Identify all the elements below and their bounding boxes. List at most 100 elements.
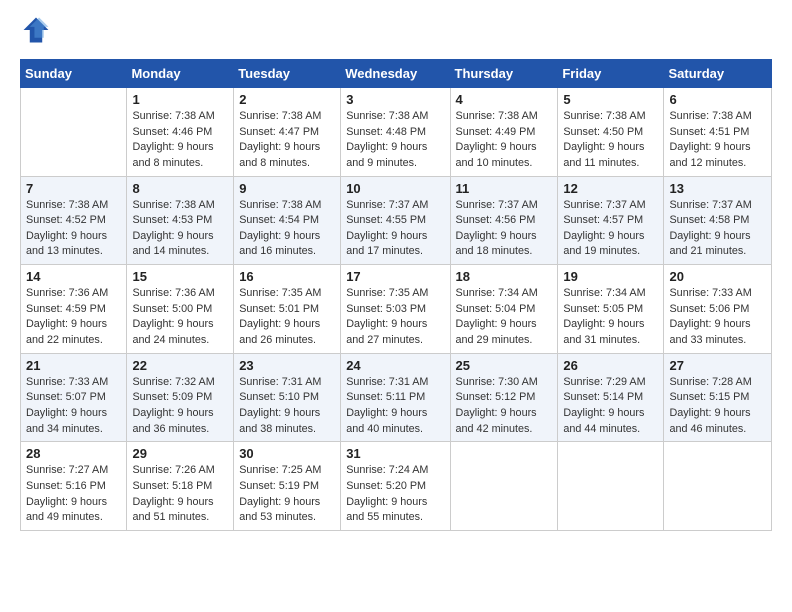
day-detail: Sunrise: 7:34 AM Sunset: 5:04 PM Dayligh…	[456, 286, 553, 349]
calendar-cell: 24 Sunrise: 7:31 AM Sunset: 5:11 PM Dayli…	[341, 353, 450, 442]
calendar-cell: 16Sunrise: 7:35 AM Sunset: 5:01 PM Dayli…	[234, 265, 341, 354]
day-number: 7	[26, 181, 121, 196]
day-detail: Sunrise: 7:38 AM Sunset: 4:48 PM Dayligh…	[346, 109, 444, 172]
day-detail: Sunrise: 7:28 AM Sunset: 5:15 PM Dayligh…	[669, 375, 766, 438]
weekday-header-saturday: Saturday	[664, 60, 772, 88]
calendar-cell: 3Sunrise: 7:38 AM Sunset: 4:48 PM Daylig…	[341, 88, 450, 177]
calendar-cell: 12Sunrise: 7:37 AM Sunset: 4:57 PM Dayli…	[558, 176, 664, 265]
weekday-header-row: SundayMondayTuesdayWednesdayThursdayFrid…	[21, 60, 772, 88]
day-number: 10	[346, 181, 444, 196]
day-number: 25	[456, 358, 553, 373]
calendar-cell: 30 Sunrise: 7:25 AM Sunset: 5:19 PM Dayli…	[234, 442, 341, 531]
calendar-cell: 27 Sunrise: 7:28 AM Sunset: 5:15 PM Dayli…	[664, 353, 772, 442]
day-detail: Sunrise: 7:26 AM Sunset: 5:18 PM Dayligh…	[132, 463, 228, 526]
day-number: 29	[132, 446, 228, 461]
page: SundayMondayTuesdayWednesdayThursdayFrid…	[0, 0, 792, 612]
day-number: 4	[456, 92, 553, 107]
calendar-cell: 2 Sunrise: 7:38 AM Sunset: 4:47 PM Daylig…	[234, 88, 341, 177]
day-number: 16	[239, 269, 335, 284]
day-number: 30	[239, 446, 335, 461]
day-detail: Sunrise: 7:38 AM Sunset: 4:53 PM Dayligh…	[132, 198, 228, 261]
calendar-cell: 14 Sunrise: 7:36 AM Sunset: 4:59 PM Dayli…	[21, 265, 127, 354]
day-number: 13	[669, 181, 766, 196]
calendar-cell: 23 Sunrise: 7:31 AM Sunset: 5:10 PM Dayli…	[234, 353, 341, 442]
day-detail: Sunrise: 7:38 AM Sunset: 4:50 PM Dayligh…	[563, 109, 658, 172]
weekday-header-tuesday: Tuesday	[234, 60, 341, 88]
header	[20, 16, 772, 49]
day-number: 27	[669, 358, 766, 373]
day-number: 18	[456, 269, 553, 284]
calendar-week-row: 1 Sunrise: 7:38 AM Sunset: 4:46 PM Daylig…	[21, 88, 772, 177]
calendar-cell: 26 Sunrise: 7:29 AM Sunset: 5:14 PM Dayli…	[558, 353, 664, 442]
day-detail: Sunrise: 7:38 AM Sunset: 4:52 PM Dayligh…	[26, 198, 121, 261]
day-number: 22	[132, 358, 228, 373]
day-detail: Sunrise: 7:36 AM Sunset: 5:00 PM Dayligh…	[132, 286, 228, 349]
day-detail: Sunrise: 7:25 AM Sunset: 5:19 PM Dayligh…	[239, 463, 335, 526]
weekday-header-thursday: Thursday	[450, 60, 558, 88]
day-detail: Sunrise: 7:37 AM Sunset: 4:55 PM Dayligh…	[346, 198, 444, 261]
day-number: 19	[563, 269, 658, 284]
day-detail: Sunrise: 7:37 AM Sunset: 4:56 PM Dayligh…	[456, 198, 553, 261]
day-number: 15	[132, 269, 228, 284]
calendar-cell: 7 Sunrise: 7:38 AM Sunset: 4:52 PM Daylig…	[21, 176, 127, 265]
calendar-cell: 31 Sunrise: 7:24 AM Sunset: 5:20 PM Dayli…	[341, 442, 450, 531]
day-number: 31	[346, 446, 444, 461]
day-number: 14	[26, 269, 121, 284]
day-detail: Sunrise: 7:31 AM Sunset: 5:10 PM Dayligh…	[239, 375, 335, 438]
logo-icon	[22, 16, 50, 44]
day-number: 23	[239, 358, 335, 373]
day-number: 1	[132, 92, 228, 107]
calendar-cell: 22 Sunrise: 7:32 AM Sunset: 5:09 PM Dayli…	[127, 353, 234, 442]
day-number: 9	[239, 181, 335, 196]
day-number: 20	[669, 269, 766, 284]
day-detail: Sunrise: 7:33 AM Sunset: 5:07 PM Dayligh…	[26, 375, 121, 438]
day-detail: Sunrise: 7:38 AM Sunset: 4:54 PM Dayligh…	[239, 198, 335, 261]
calendar-cell: 6Sunrise: 7:38 AM Sunset: 4:51 PM Daylig…	[664, 88, 772, 177]
day-number: 26	[563, 358, 658, 373]
weekday-header-sunday: Sunday	[21, 60, 127, 88]
day-detail: Sunrise: 7:37 AM Sunset: 4:58 PM Dayligh…	[669, 198, 766, 261]
calendar-cell: 15 Sunrise: 7:36 AM Sunset: 5:00 PM Dayli…	[127, 265, 234, 354]
day-detail: Sunrise: 7:38 AM Sunset: 4:47 PM Dayligh…	[239, 109, 335, 172]
day-detail: Sunrise: 7:34 AM Sunset: 5:05 PM Dayligh…	[563, 286, 658, 349]
calendar-cell: 28 Sunrise: 7:27 AM Sunset: 5:16 PM Dayli…	[21, 442, 127, 531]
day-number: 24	[346, 358, 444, 373]
day-detail: Sunrise: 7:36 AM Sunset: 4:59 PM Dayligh…	[26, 286, 121, 349]
day-number: 2	[239, 92, 335, 107]
day-number: 17	[346, 269, 444, 284]
logo	[20, 16, 50, 49]
day-number: 5	[563, 92, 658, 107]
calendar-cell	[21, 88, 127, 177]
day-number: 8	[132, 181, 228, 196]
calendar-cell: 29 Sunrise: 7:26 AM Sunset: 5:18 PM Dayli…	[127, 442, 234, 531]
day-detail: Sunrise: 7:33 AM Sunset: 5:06 PM Dayligh…	[669, 286, 766, 349]
day-number: 28	[26, 446, 121, 461]
calendar-cell	[450, 442, 558, 531]
weekday-header-friday: Friday	[558, 60, 664, 88]
weekday-header-wednesday: Wednesday	[341, 60, 450, 88]
weekday-header-monday: Monday	[127, 60, 234, 88]
calendar-week-row: 14 Sunrise: 7:36 AM Sunset: 4:59 PM Dayli…	[21, 265, 772, 354]
calendar-cell: 11Sunrise: 7:37 AM Sunset: 4:56 PM Dayli…	[450, 176, 558, 265]
day-number: 21	[26, 358, 121, 373]
day-detail: Sunrise: 7:30 AM Sunset: 5:12 PM Dayligh…	[456, 375, 553, 438]
calendar-week-row: 21 Sunrise: 7:33 AM Sunset: 5:07 PM Dayli…	[21, 353, 772, 442]
calendar-cell: 17Sunrise: 7:35 AM Sunset: 5:03 PM Dayli…	[341, 265, 450, 354]
day-detail: Sunrise: 7:37 AM Sunset: 4:57 PM Dayligh…	[563, 198, 658, 261]
day-detail: Sunrise: 7:31 AM Sunset: 5:11 PM Dayligh…	[346, 375, 444, 438]
calendar-cell: 18 Sunrise: 7:34 AM Sunset: 5:04 PM Dayli…	[450, 265, 558, 354]
calendar-cell: 4 Sunrise: 7:38 AM Sunset: 4:49 PM Daylig…	[450, 88, 558, 177]
calendar-cell: 8 Sunrise: 7:38 AM Sunset: 4:53 PM Daylig…	[127, 176, 234, 265]
day-detail: Sunrise: 7:38 AM Sunset: 4:49 PM Dayligh…	[456, 109, 553, 172]
day-detail: Sunrise: 7:38 AM Sunset: 4:46 PM Dayligh…	[132, 109, 228, 172]
day-detail: Sunrise: 7:29 AM Sunset: 5:14 PM Dayligh…	[563, 375, 658, 438]
calendar-cell: 19 Sunrise: 7:34 AM Sunset: 5:05 PM Dayli…	[558, 265, 664, 354]
calendar-cell	[664, 442, 772, 531]
calendar-week-row: 7 Sunrise: 7:38 AM Sunset: 4:52 PM Daylig…	[21, 176, 772, 265]
day-detail: Sunrise: 7:32 AM Sunset: 5:09 PM Dayligh…	[132, 375, 228, 438]
day-detail: Sunrise: 7:27 AM Sunset: 5:16 PM Dayligh…	[26, 463, 121, 526]
calendar-cell	[558, 442, 664, 531]
day-detail: Sunrise: 7:24 AM Sunset: 5:20 PM Dayligh…	[346, 463, 444, 526]
day-detail: Sunrise: 7:38 AM Sunset: 4:51 PM Dayligh…	[669, 109, 766, 172]
calendar-table: SundayMondayTuesdayWednesdayThursdayFrid…	[20, 59, 772, 531]
